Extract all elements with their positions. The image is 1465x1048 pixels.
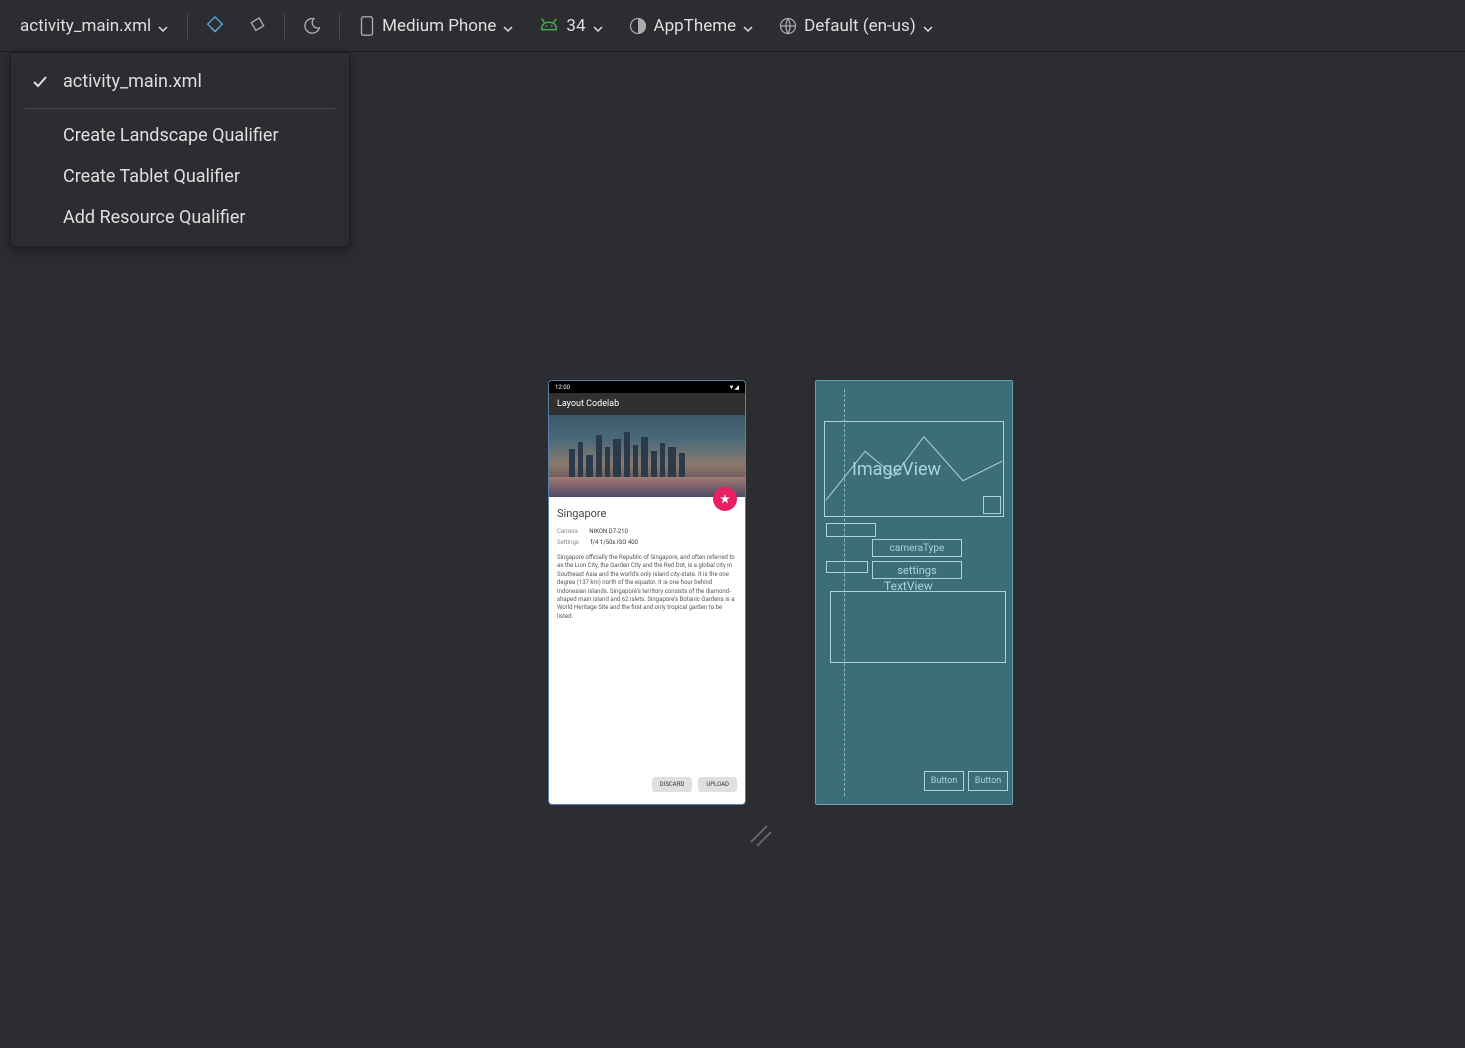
theme-icon [628,16,648,36]
chevron-down-icon [742,20,754,32]
camera-row: Camera NIKON D7-210 [557,528,737,535]
device-dropdown[interactable]: Medium Phone [348,9,524,43]
phone-icon [358,15,376,37]
upload-button[interactable]: UPLOAD [698,777,737,792]
content-area: Singapore Camera NIKON D7-210 Settings f… [549,497,745,804]
dropdown-item-landscape[interactable]: Create Landscape Qualifier [11,115,349,156]
skyline-graphic [569,432,725,477]
orientation-icon[interactable] [238,9,276,43]
file-name-label: activity_main.xml [20,16,151,36]
dropdown-item-tablet[interactable]: Create Tablet Qualifier [11,156,349,197]
bp-textview[interactable] [830,591,1006,663]
status-bar: 12:00 ▼◢ [549,381,745,393]
button-row: DISCARD UPLOAD [652,777,737,792]
dropdown-item-label: Create Tablet Qualifier [63,166,240,187]
layout-editor-toolbar: activity_main.xml Medium Phone 34 AppThe… [0,0,1465,52]
bp-button-right[interactable]: Button [968,771,1008,791]
settings-label: Settings [557,539,579,546]
app-bar: Layout Codelab [549,393,745,415]
resize-handle[interactable] [745,820,773,848]
device-label: Medium Phone [382,16,496,36]
chevron-down-icon [922,20,934,32]
theme-label: AppTheme [654,16,737,36]
dropdown-item-label: Add Resource Qualifier [63,207,245,228]
dropdown-separator [25,108,335,109]
bp-imageview-label: ImageView [852,459,941,480]
bp-cameratype-label: cameraType [890,543,945,554]
toolbar-divider [339,13,340,39]
theme-dropdown[interactable]: AppTheme [618,10,765,42]
toolbar-divider [187,13,188,39]
locale-label: Default (en-us) [804,16,916,36]
bp-small-box-2[interactable] [826,561,868,573]
discard-button[interactable]: DISCARD [652,777,693,792]
file-dropdown[interactable]: activity_main.xml [10,10,179,42]
check-icon [31,73,49,91]
city-title: Singapore [557,507,737,520]
app-title: Layout Codelab [557,399,619,409]
hero-image [549,415,745,497]
settings-row: Settings f/4 1/50s ISO 400 [557,539,737,546]
chevron-down-icon [592,20,604,32]
locale-dropdown[interactable]: Default (en-us) [768,10,944,42]
status-icons: ▼◢ [728,384,739,391]
design-surface-icon[interactable] [196,9,234,43]
bp-button-left-label: Button [931,776,957,786]
api-level-label: 34 [566,16,585,36]
blueprint-preview[interactable]: ImageView cameraType settings TextView B… [815,380,1013,805]
bp-cameratype[interactable]: cameraType [872,539,962,557]
settings-value: f/4 1/50s ISO 400 [590,539,638,546]
fab-button[interactable] [713,487,737,511]
camera-label: Camera [557,528,578,535]
dropdown-selected-label: activity_main.xml [63,71,202,92]
star-icon [719,493,731,505]
api-level-dropdown[interactable]: 34 [528,9,613,43]
bp-settings-label: settings [897,564,936,577]
bp-fab-outline [983,496,1001,514]
status-time: 12:00 [555,384,570,391]
camera-value: NIKON D7-210 [589,528,628,535]
dropdown-item-resource[interactable]: Add Resource Qualifier [11,197,349,238]
chevron-down-icon [157,20,169,32]
toolbar-divider [284,13,285,39]
dropdown-item-label: Create Landscape Qualifier [63,125,279,146]
night-mode-icon[interactable] [293,9,331,43]
design-preview[interactable]: 12:00 ▼◢ Layout Codelab [548,380,746,805]
android-icon [538,15,560,37]
bp-settings[interactable]: settings [872,561,962,579]
bp-button-left[interactable]: Button [924,771,964,791]
description-text: Singapore officially the Republic of Sin… [557,554,737,621]
bp-button-right-label: Button [975,776,1001,786]
file-dropdown-menu: activity_main.xml Create Landscape Quali… [10,52,350,247]
chevron-down-icon [502,20,514,32]
bp-small-box-1[interactable] [826,523,876,537]
globe-icon [778,16,798,36]
dropdown-item-selected[interactable]: activity_main.xml [11,61,349,102]
